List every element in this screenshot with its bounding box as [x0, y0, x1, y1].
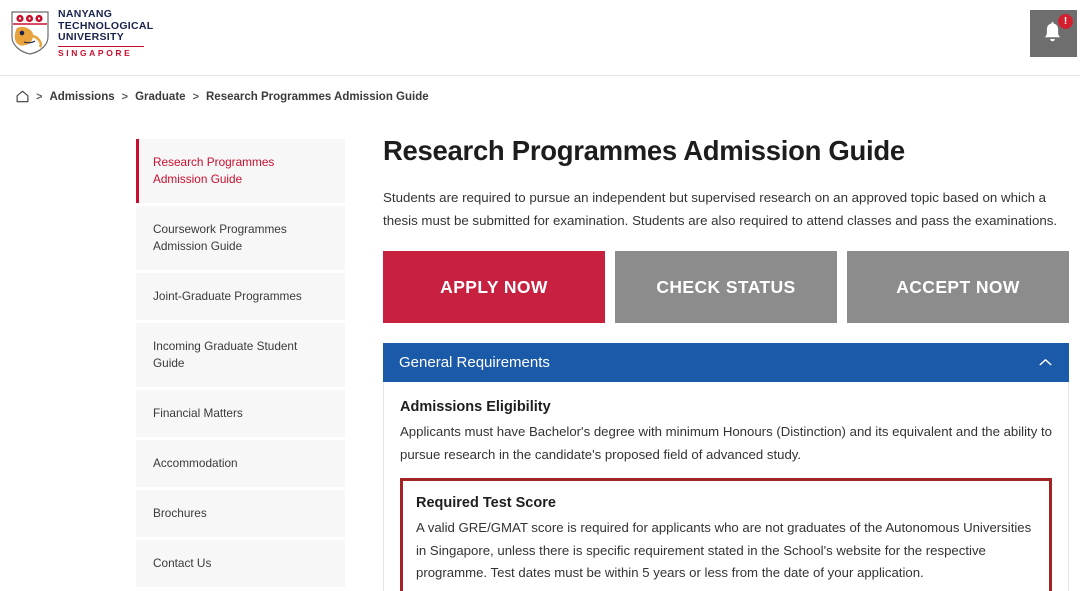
main-content: Research Programmes Admission Guide Stud…: [383, 134, 1069, 591]
breadcrumb-item-current[interactable]: Research Programmes Admission Guide: [206, 91, 429, 103]
accordion-title: General Requirements: [399, 354, 550, 371]
logo-country: SINGAPORE: [58, 47, 133, 58]
sidebar-item-financial-matters[interactable]: Financial Matters: [136, 390, 345, 437]
breadcrumb-separator-1: >: [36, 91, 43, 103]
section-title: Admissions Eligibility: [400, 399, 551, 415]
logo-line-1: NANYANG: [58, 8, 113, 20]
home-icon[interactable]: [16, 90, 29, 103]
header-divider: [0, 75, 1080, 76]
cta-button-row: APPLY NOW CHECK STATUS ACCEPT NOW: [383, 251, 1069, 323]
sidebar-item-contact-us[interactable]: Contact Us: [136, 540, 345, 587]
accordion-body: Admissions Eligibility Applicants must h…: [383, 382, 1069, 591]
breadcrumb-separator-3: >: [192, 91, 199, 103]
notification-button[interactable]: !: [1030, 10, 1077, 57]
section-title: Required Test Score: [416, 495, 556, 511]
breadcrumb-item-graduate[interactable]: Graduate: [135, 91, 186, 103]
breadcrumb-separator-2: >: [121, 91, 129, 103]
ntu-logo[interactable]: NANYANG TECHNOLOGICAL UNIVERSITY SINGAPO…: [10, 8, 153, 58]
intro-paragraph: Students are required to pursue an indep…: [383, 190, 1058, 228]
breadcrumb-item-admissions[interactable]: Admissions: [49, 91, 114, 103]
apply-now-button[interactable]: APPLY NOW: [383, 251, 605, 323]
breadcrumb: > Admissions > Graduate > Research Progr…: [16, 90, 429, 103]
sidebar-item-coursework-programmes-admission-guide[interactable]: Coursework Programmes Admission Guide: [136, 206, 345, 270]
section-body: A valid GRE/GMAT score is required for a…: [416, 520, 1032, 580]
accept-now-button[interactable]: ACCEPT NOW: [847, 251, 1069, 323]
ntu-crest-icon: [11, 11, 49, 55]
notification-badge: !: [1058, 14, 1073, 29]
section-required-test-score-highlighted: Required Test Score A valid GRE/GMAT sco…: [400, 478, 1052, 591]
general-requirements-accordion: General Requirements Admissions Eligibil…: [383, 343, 1069, 591]
section-body: Applicants must have Bachelor's degree w…: [400, 424, 1052, 462]
sidebar-item-research-programmes-admission-guide[interactable]: Research Programmes Admission Guide: [136, 139, 345, 203]
page-title: Research Programmes Admission Guide: [383, 135, 905, 166]
chevron-up-icon[interactable]: [1039, 358, 1052, 367]
section-admissions-eligibility: Admissions Eligibility Applicants must h…: [400, 396, 1052, 466]
sidebar-item-incoming-graduate-student-guide[interactable]: Incoming Graduate Student Guide: [136, 323, 345, 387]
sidebar-item-accommodation[interactable]: Accommodation: [136, 440, 345, 487]
accordion-header-general-requirements[interactable]: General Requirements: [383, 343, 1069, 382]
logo-divider: [58, 45, 144, 48]
sidebar-item-brochures[interactable]: Brochures: [136, 490, 345, 537]
page-header: NANYANG TECHNOLOGICAL UNIVERSITY SINGAPO…: [0, 0, 1080, 68]
check-status-button[interactable]: CHECK STATUS: [615, 251, 837, 323]
logo-line-3: UNIVERSITY: [58, 31, 125, 43]
sidebar-item-joint-graduate-programmes[interactable]: Joint-Graduate Programmes: [136, 273, 345, 320]
sidebar-nav: Research Programmes Admission Guide Cour…: [136, 139, 345, 590]
